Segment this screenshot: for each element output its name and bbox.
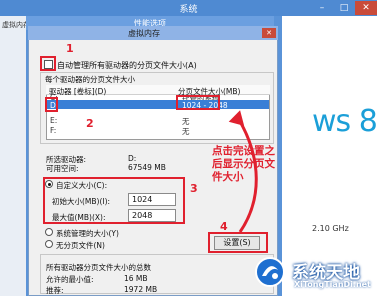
selected-drive-value: D:: [128, 154, 137, 163]
annotation-box-checkbox: [40, 56, 56, 71]
drive-row-e-drive[interactable]: E:: [50, 116, 57, 125]
no-paging-radio[interactable]: [45, 240, 53, 248]
annotation-box-custom-size: [43, 177, 185, 224]
annotation-note-line-1: 点击完设置之: [212, 145, 275, 157]
per-drive-heading: 每个驱动器的分页文件大小: [45, 75, 135, 84]
system-managed-label[interactable]: 系统管理的大小(Y): [56, 228, 119, 239]
recommended-value: 1972 MB: [124, 285, 158, 294]
annotation-box-drive: [45, 97, 58, 112]
system-managed-radio[interactable]: [45, 228, 53, 236]
annotation-number-4: 4: [220, 220, 228, 233]
cpu-speed-text: 2.10 GHz: [312, 224, 349, 233]
annotation-number-2: 2: [86, 117, 94, 130]
annotation-number-3: 3: [190, 182, 198, 195]
drive-row-f-drive[interactable]: F:: [50, 126, 56, 135]
free-space-value: 67549 MB: [128, 163, 166, 172]
annotation-note-line-2: 后显示分页文: [212, 158, 275, 170]
drive-row-selected[interactable]: [47, 100, 269, 109]
virtual-memory-close-button[interactable]: ✕: [262, 28, 276, 38]
annotation-box-set-button: [208, 232, 268, 253]
maximize-button[interactable]: □: [333, 1, 355, 15]
close-button[interactable]: ✕: [355, 1, 377, 15]
minimize-button[interactable]: –: [311, 1, 333, 15]
annotation-number-1: 1: [66, 42, 74, 55]
drive-row-f-size: 无: [182, 127, 190, 136]
watermark-logo-icon: [255, 257, 285, 287]
free-space-label: 可用空间:: [46, 164, 79, 173]
virtual-memory-title: 虚拟内存: [128, 29, 160, 38]
totals-heading: 所有驱动器分页文件大小的总数: [46, 263, 151, 272]
min-allowed-value: 16 MB: [124, 274, 148, 283]
auto-manage-label[interactable]: 自动管理所有驱动器的分页文件大小(A): [57, 60, 197, 71]
watermark-name-en: XiTongTianDi.net: [294, 280, 371, 289]
windows-8-logo-text: ws 8: [312, 104, 377, 139]
system-window-content: [282, 16, 377, 296]
annotation-box-size: [176, 95, 220, 110]
min-allowed-label: 允许的最小值:: [46, 275, 94, 284]
annotation-note-line-3: 件大小: [212, 171, 244, 183]
no-paging-label[interactable]: 无分页文件(N): [56, 240, 105, 251]
recommended-label: 推荐:: [46, 286, 64, 295]
performance-dialog-side: [0, 16, 26, 296]
